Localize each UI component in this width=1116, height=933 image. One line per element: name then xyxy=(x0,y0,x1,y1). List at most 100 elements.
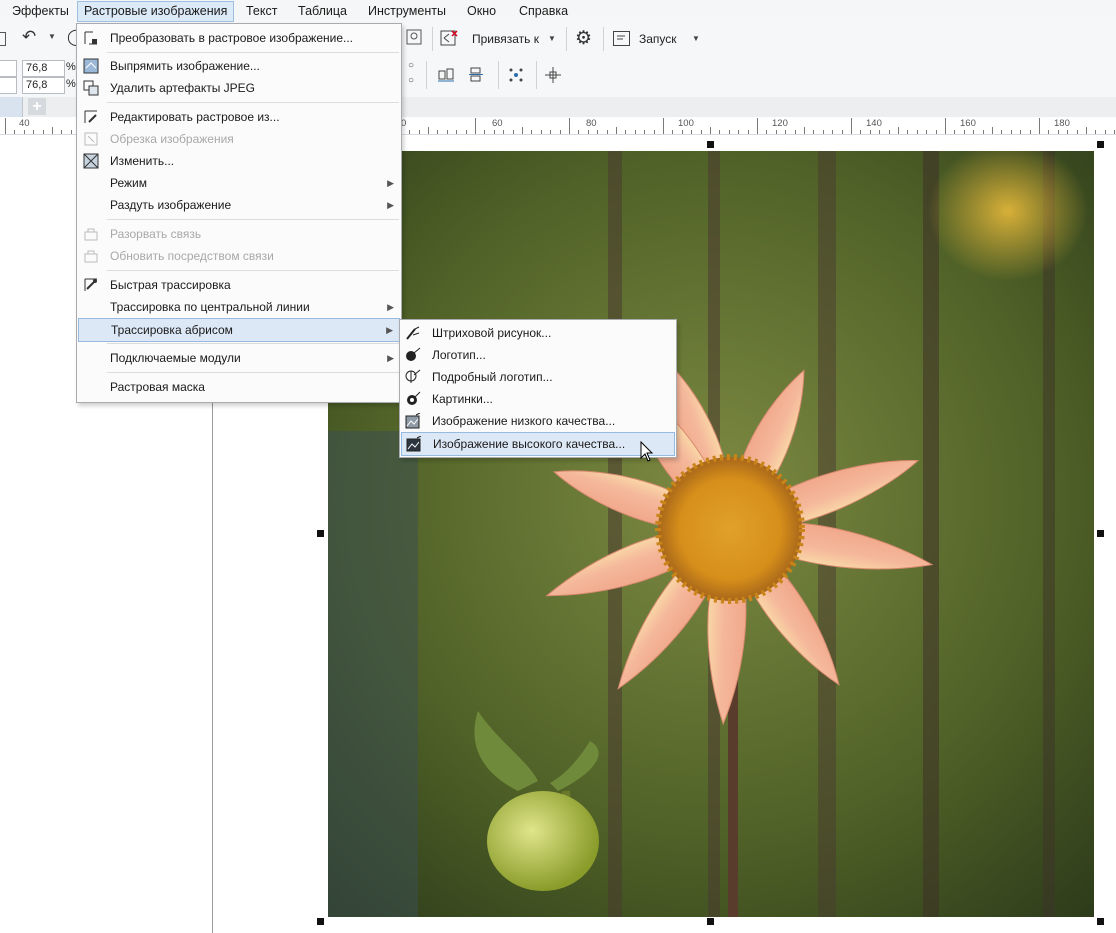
menu-separator xyxy=(107,52,399,53)
convert-bitmap-icon xyxy=(83,30,99,46)
crop-bitmap-icon xyxy=(83,131,99,147)
menu-item-label: Обновить посредством связи xyxy=(110,249,274,263)
mouse-cursor-icon xyxy=(640,441,654,462)
menu-item-edit-bitmap[interactable]: Редактировать растровое из... xyxy=(78,106,400,128)
menu-item-plugins[interactable]: Подключаемые модули ▶ xyxy=(78,347,400,369)
radio-icon[interactable]: ○ xyxy=(408,75,414,86)
selection-handle[interactable] xyxy=(317,918,324,925)
bitmap-image[interactable] xyxy=(328,151,1094,917)
ruler-tick xyxy=(663,118,664,134)
menu-item-mode[interactable]: Режим ▶ xyxy=(78,172,400,194)
ruler-tick xyxy=(954,130,955,134)
menu-item-label: Растровая маска xyxy=(110,380,205,394)
menu-tools[interactable]: Инструменты xyxy=(362,0,452,22)
snap-off-icon[interactable] xyxy=(440,29,458,47)
menu-separator xyxy=(107,343,399,344)
dahlia-photo xyxy=(328,151,1094,917)
ruler-tick xyxy=(945,118,946,134)
menu-item-remove-jpeg-artifacts[interactable]: Удалить артефакты JPEG xyxy=(78,77,400,99)
selection-handle[interactable] xyxy=(707,141,714,148)
submenu-arrow-icon: ▶ xyxy=(386,325,393,335)
menu-item-update-from-link: Обновить посредством связи xyxy=(78,245,400,267)
menu-effects[interactable]: Эффекты xyxy=(6,0,75,22)
document-tab[interactable] xyxy=(0,97,23,117)
undo-icon[interactable]: ↶ xyxy=(22,27,36,47)
menu-item-label: Редактировать растровое из... xyxy=(110,110,280,124)
paste-icon[interactable] xyxy=(0,32,6,46)
submenu-item-label: Логотип... xyxy=(432,348,486,362)
launch-dropdown-icon[interactable]: ▼ xyxy=(692,34,700,43)
menu-window[interactable]: Окно xyxy=(461,0,502,22)
align-icon[interactable] xyxy=(438,67,454,83)
snap-to-dropdown-icon[interactable]: ▼ xyxy=(548,34,556,43)
x-position-field[interactable] xyxy=(0,60,17,77)
menu-item-resample[interactable]: Изменить... xyxy=(78,150,400,172)
selection-handle[interactable] xyxy=(317,530,324,537)
submenu-item-low-quality-image[interactable]: Изображение низкого качества... xyxy=(401,410,675,432)
ruler-tick xyxy=(541,130,542,134)
height-percent-unit: % xyxy=(66,78,76,90)
ruler-tick xyxy=(24,130,25,134)
quick-trace-icon xyxy=(83,277,99,293)
launch-icon[interactable] xyxy=(613,31,630,46)
menu-item-crop-bitmap: Обрезка изображения xyxy=(78,128,400,150)
submenu-item-high-quality-image[interactable]: Изображение высокого качества... xyxy=(401,432,675,456)
y-position-field[interactable] xyxy=(0,77,17,94)
submenu-arrow-icon: ▶ xyxy=(387,178,394,188)
ruler-tick xyxy=(484,130,485,134)
edit-bitmap-icon xyxy=(83,109,99,125)
toolbar-divider xyxy=(498,61,499,89)
submenu-item-detailed-logo[interactable]: Подробный логотип... xyxy=(401,366,675,388)
menu-help[interactable]: Справка xyxy=(513,0,574,22)
menu-item-label: Подключаемые модули xyxy=(110,351,241,365)
menu-text[interactable]: Текст xyxy=(240,0,283,22)
submenu-item-clipart[interactable]: Картинки... xyxy=(401,388,675,410)
ruler-tick xyxy=(691,130,692,134)
distribute-icon[interactable] xyxy=(468,67,484,83)
ruler-tick xyxy=(513,130,514,134)
detailed-logo-icon xyxy=(405,369,421,385)
ruler-tick xyxy=(785,130,786,134)
ruler-tick xyxy=(879,130,880,134)
scale-width-field[interactable]: 76,8 xyxy=(22,60,65,77)
ruler-tick xyxy=(983,130,984,134)
menu-item-bitmap-mask[interactable]: Растровая маска xyxy=(78,376,400,398)
snap-to-label[interactable]: Привязать к xyxy=(472,30,539,48)
undo-dropdown-icon[interactable]: ▼ xyxy=(48,32,56,41)
submenu-arrow-icon: ▶ xyxy=(387,353,394,363)
radio-icon[interactable]: ○ xyxy=(408,60,414,71)
ruler-tick xyxy=(936,130,937,134)
scale-height-field[interactable]: 76,8 xyxy=(22,77,65,94)
selection-handle[interactable] xyxy=(1097,530,1104,537)
ruler-tick xyxy=(14,130,15,134)
gear-icon[interactable]: ⚙ xyxy=(575,27,592,50)
menu-table[interactable]: Таблица xyxy=(292,0,353,22)
submenu-item-line-art[interactable]: Штриховой рисунок... xyxy=(401,322,675,344)
add-document-tab-icon[interactable]: + xyxy=(28,98,46,115)
selection-handle[interactable] xyxy=(1097,918,1104,925)
crosshair-icon[interactable] xyxy=(545,67,561,83)
menu-item-straighten-image[interactable]: Выпрямить изображение... xyxy=(78,55,400,77)
menu-item-centerline-trace[interactable]: Трассировка по центральной линии ▶ xyxy=(78,296,400,318)
ruler-tick xyxy=(1001,130,1002,134)
selection-handle[interactable] xyxy=(707,918,714,925)
menu-item-label: Трассировка по центральной линии xyxy=(110,300,310,314)
ruler-tick xyxy=(33,130,34,134)
selection-handle[interactable] xyxy=(1097,141,1104,148)
ruler-tick xyxy=(1105,130,1106,134)
ruler-tick xyxy=(456,130,457,134)
ruler-tick xyxy=(597,130,598,134)
menu-item-inflate-bitmap[interactable]: Раздуть изображение ▶ xyxy=(78,194,400,216)
menu-item-outline-trace[interactable]: Трассировка абрисом ▶ xyxy=(78,318,400,342)
menu-item-convert-to-bitmap[interactable]: Преобразовать в растровое изображение... xyxy=(78,27,400,49)
ruler-tick xyxy=(729,130,730,134)
trace-dots-icon[interactable] xyxy=(508,67,524,83)
launch-label[interactable]: Запуск xyxy=(639,30,677,48)
menu-bitmaps[interactable]: Растровые изображения xyxy=(77,1,235,22)
submenu-item-logo[interactable]: Логотип... xyxy=(401,344,675,366)
ruler-tick xyxy=(625,130,626,134)
snap-grid-icon[interactable] xyxy=(406,29,422,45)
ruler-label: 180 xyxy=(1054,118,1070,129)
ruler-tick xyxy=(616,127,617,134)
menu-item-quick-trace[interactable]: Быстрая трассировка xyxy=(78,274,400,296)
